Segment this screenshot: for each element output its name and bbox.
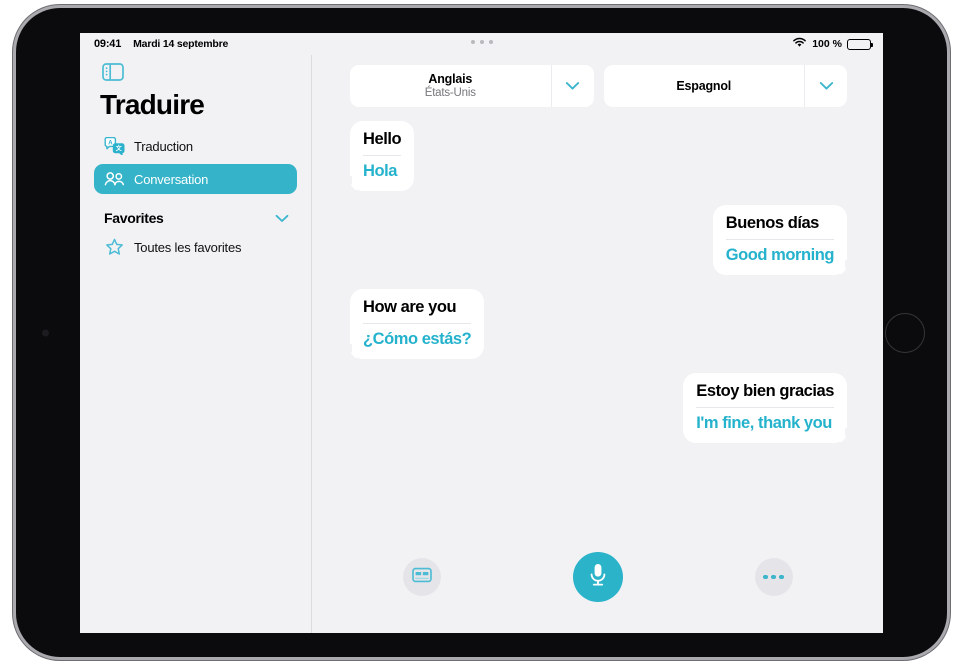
message-translation-text: Good morning bbox=[725, 246, 835, 264]
subtitles-card-icon bbox=[411, 567, 432, 588]
message-bubble[interactable]: Hello Hola bbox=[341, 121, 415, 192]
star-icon bbox=[104, 238, 125, 256]
front-camera bbox=[42, 329, 49, 336]
ellipsis-dot bbox=[779, 574, 784, 580]
ellipsis-dot bbox=[771, 574, 776, 580]
source-language-name: Anglais bbox=[428, 71, 473, 86]
target-language-value: Espagnol bbox=[604, 65, 805, 107]
status-time: 09:41 bbox=[94, 38, 122, 50]
conversation-toolbar bbox=[312, 531, 883, 633]
language-bar: Anglais États-Unis Espagnol bbox=[312, 55, 883, 107]
target-language-select[interactable]: Espagnol bbox=[603, 65, 847, 107]
home-button[interactable] bbox=[885, 312, 925, 353]
message-row: Estoy bien gracias I'm fine, thank you bbox=[350, 373, 847, 443]
bubble-tail bbox=[840, 260, 856, 276]
handle-dot bbox=[479, 40, 484, 44]
message-row: How are you ¿Cómo estás? bbox=[341, 289, 847, 360]
source-language-region: États-Unis bbox=[424, 86, 476, 99]
message-divider bbox=[696, 407, 834, 408]
sidebar-item-label: Toutes les favorites bbox=[134, 239, 242, 255]
message-divider bbox=[363, 155, 402, 156]
source-language-select[interactable]: Anglais États-Unis bbox=[350, 65, 594, 107]
message-translation-text: Hola bbox=[363, 162, 397, 180]
wifi-icon bbox=[792, 37, 807, 51]
message-divider bbox=[725, 239, 834, 240]
message-source-text: Buenos días bbox=[725, 214, 820, 232]
microphone-button[interactable] bbox=[572, 552, 623, 602]
battery-percent: 100 % bbox=[812, 38, 842, 50]
conversation-list: Hello Hola Buenos días Good morning How … bbox=[312, 107, 883, 531]
handle-dot bbox=[488, 40, 493, 44]
message-row: Buenos días Good morning bbox=[350, 205, 847, 275]
sidebar-toggle-icon[interactable] bbox=[100, 61, 126, 83]
ipad-screen: 09:41 Mardi 14 septembre 100 % Traduire … bbox=[80, 33, 883, 633]
page-title: Traduire bbox=[100, 89, 205, 120]
chevron-down-icon[interactable] bbox=[550, 65, 594, 107]
two-people-icon bbox=[104, 171, 125, 187]
more-options-button[interactable] bbox=[754, 558, 793, 596]
subtitles-button[interactable] bbox=[402, 558, 441, 596]
source-language-value: Anglais États-Unis bbox=[350, 65, 551, 107]
sidebar: Traduire A 文 Traduction Conversation Fav… bbox=[80, 55, 312, 633]
handle-dot bbox=[470, 40, 475, 44]
message-source-text: How are you bbox=[363, 298, 457, 316]
battery-icon bbox=[847, 38, 873, 50]
sidebar-item-traduction[interactable]: A 文 Traduction bbox=[94, 131, 297, 161]
message-source-text: Estoy bien gracias bbox=[696, 382, 834, 400]
screenshot-frame: 09:41 Mardi 14 septembre 100 % Traduire … bbox=[0, 0, 963, 665]
sidebar-item-conversation[interactable]: Conversation bbox=[94, 164, 297, 194]
ellipsis-icon bbox=[763, 574, 784, 580]
chevron-down-icon[interactable] bbox=[275, 214, 289, 223]
sidebar-item-label: Conversation bbox=[134, 171, 209, 187]
bubble-tail bbox=[341, 344, 357, 360]
favorites-section-header[interactable]: Favorites bbox=[94, 210, 297, 226]
message-translation-text: I'm fine, thank you bbox=[696, 414, 832, 432]
bubble-tail bbox=[341, 176, 357, 192]
message-bubble[interactable]: Estoy bien gracias I'm fine, thank you bbox=[683, 373, 847, 443]
ipad-device: 09:41 Mardi 14 septembre 100 % Traduire … bbox=[16, 8, 947, 657]
status-date: Mardi 14 septembre bbox=[133, 38, 229, 50]
svg-text:文: 文 bbox=[115, 145, 123, 153]
microphone-icon bbox=[588, 562, 608, 593]
message-row: Hello Hola bbox=[341, 121, 847, 192]
main-pane: Anglais États-Unis Espagnol Hello Hola B… bbox=[312, 55, 883, 633]
multitask-handle[interactable] bbox=[470, 40, 493, 44]
message-bubble[interactable]: How are you ¿Cómo estás? bbox=[341, 289, 485, 360]
sidebar-item-all-favorites[interactable]: Toutes les favorites bbox=[94, 232, 297, 262]
message-divider bbox=[363, 323, 472, 324]
translate-bubbles-icon: A 文 bbox=[104, 137, 125, 155]
status-bar-left: 09:41 Mardi 14 septembre bbox=[94, 38, 228, 50]
favorites-section-title: Favorites bbox=[104, 210, 164, 226]
message-translation-text: ¿Cómo estás? bbox=[363, 330, 472, 348]
split-view: Traduire A 文 Traduction Conversation Fav… bbox=[80, 55, 883, 633]
status-bar: 09:41 Mardi 14 septembre 100 % bbox=[80, 33, 883, 55]
sidebar-item-label: Traduction bbox=[134, 138, 193, 154]
message-source-text: Hello bbox=[363, 130, 402, 148]
message-bubble[interactable]: Buenos días Good morning bbox=[712, 205, 847, 275]
bubble-tail bbox=[840, 428, 856, 444]
ellipsis-dot bbox=[763, 574, 768, 580]
status-bar-right: 100 % bbox=[792, 37, 873, 51]
target-language-name: Espagnol bbox=[676, 78, 732, 93]
chevron-down-icon[interactable] bbox=[804, 65, 847, 107]
